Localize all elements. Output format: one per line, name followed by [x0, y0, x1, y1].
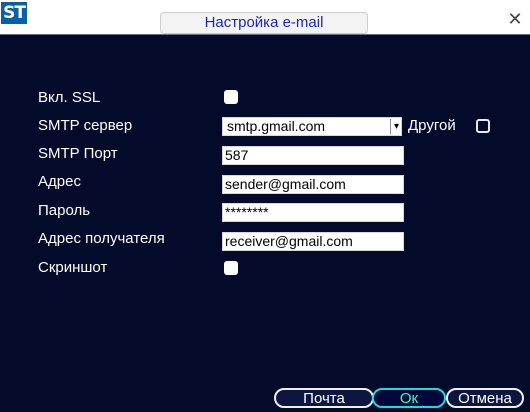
screenshot-label: Скриншот [38, 259, 108, 276]
ssl-label: Вкл. SSL [38, 89, 101, 106]
smtp-port-label: SMTP Порт [38, 145, 118, 162]
dropdown-arrow-icon[interactable]: ▾ [390, 119, 402, 134]
password-label: Пароль [38, 202, 91, 219]
recipient-label: Адрес получателя [38, 230, 165, 247]
smtp-server-select[interactable]: smtp.gmail.com [222, 117, 402, 136]
app-logo: ST [1, 2, 27, 24]
other-label: Другой [408, 117, 456, 134]
other-checkbox[interactable] [476, 119, 490, 133]
smtp-server-label: SMTP сервер [38, 117, 133, 134]
title-divider [0, 34, 530, 35]
mail-button[interactable]: Почта [274, 388, 374, 408]
ok-button[interactable]: Ок [372, 388, 446, 408]
email-settings-window: ST Настройка e-mail ✕ Вкл. SSL SMTP серв… [0, 0, 530, 412]
password-input[interactable]: ******** [222, 203, 404, 222]
recipient-input[interactable]: receiver@gmail.com [222, 232, 404, 251]
ssl-checkbox[interactable] [224, 90, 238, 104]
close-icon[interactable]: ✕ [506, 10, 524, 28]
address-input[interactable]: sender@gmail.com [222, 175, 404, 194]
window-title: Настройка e-mail [204, 14, 324, 31]
title-bar: ST Настройка e-mail ✕ [0, 0, 530, 34]
address-label: Адрес [38, 173, 81, 190]
screenshot-checkbox[interactable] [224, 261, 238, 275]
cancel-button[interactable]: Отмена [446, 388, 524, 408]
smtp-port-input[interactable]: 587 [222, 146, 404, 165]
